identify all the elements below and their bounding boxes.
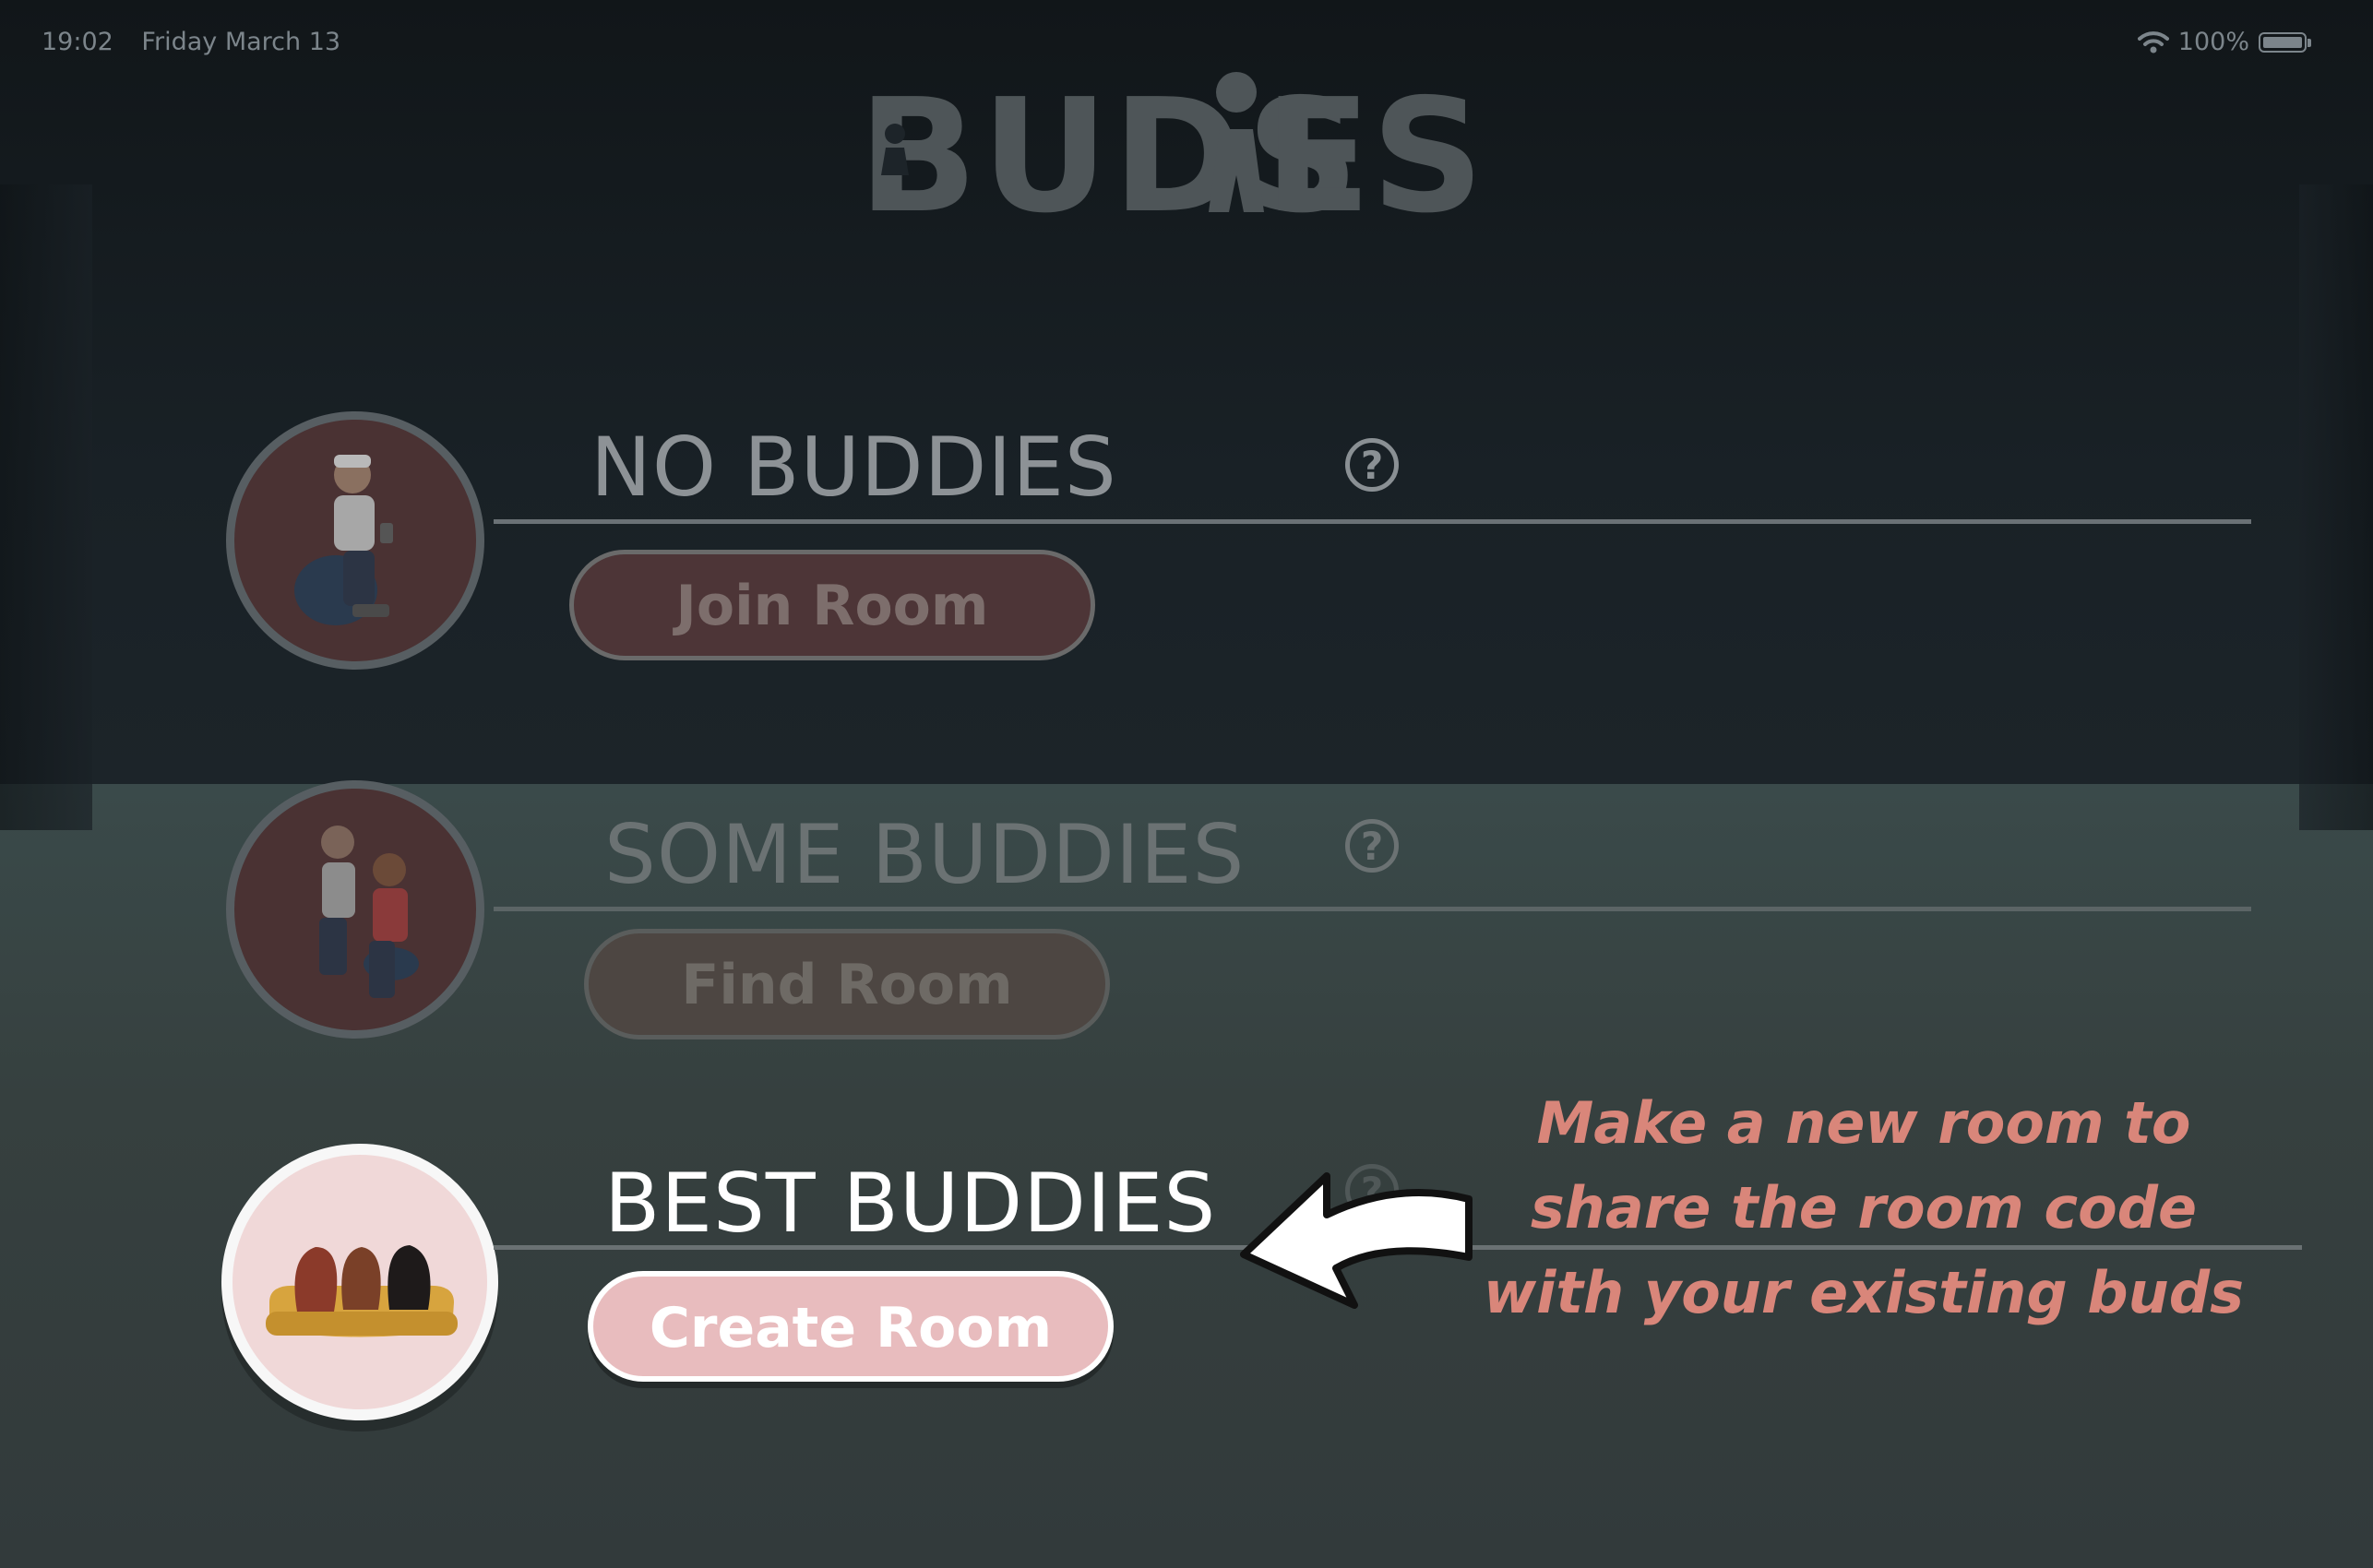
person-on-beanbag-icon xyxy=(226,411,484,670)
background-right-wall xyxy=(2299,184,2373,830)
help-icon-some-buddies[interactable]: ? xyxy=(1345,819,1399,873)
divider-line xyxy=(494,519,2251,524)
friends-on-couch-icon xyxy=(221,1144,498,1420)
status-time: 19:02 xyxy=(42,28,113,56)
join-room-button[interactable]: Join Room xyxy=(569,550,1095,660)
svg-text:ES: ES xyxy=(1264,65,1485,231)
background-left-wall xyxy=(0,184,92,830)
annotation-line-1: Make a new room to xyxy=(1536,1089,2191,1157)
room-title-best-buddies: BEST BUDDIES xyxy=(604,1156,1217,1251)
tutorial-annotation: Make a new room to share the room code w… xyxy=(1476,1081,2251,1336)
app-logo: BUDS ES xyxy=(858,65,1495,248)
room-title-some-buddies: SOME BUDDIES xyxy=(604,807,1246,902)
two-friends-icon xyxy=(226,780,484,1039)
help-icon-no-buddies[interactable]: ? xyxy=(1345,438,1399,492)
room-title-no-buddies: NO BUDDIES xyxy=(590,420,1117,515)
annotation-line-3: with your existing buds xyxy=(1483,1259,2245,1326)
battery-percent: 100% xyxy=(2177,28,2249,56)
tutorial-arrow-icon xyxy=(1240,1172,1473,1309)
find-room-button[interactable]: Find Room xyxy=(584,929,1110,1039)
divider-line xyxy=(494,907,2251,911)
wifi-icon xyxy=(2137,30,2169,53)
create-room-button[interactable]: Create Room xyxy=(588,1271,1114,1382)
status-bar-left: 19:02 Friday March 13 xyxy=(42,28,361,56)
annotation-line-2: share the room code xyxy=(1530,1174,2198,1241)
status-date: Friday March 13 xyxy=(141,28,341,56)
battery-icon xyxy=(2259,31,2311,53)
status-bar-right: 100% xyxy=(2137,28,2311,56)
